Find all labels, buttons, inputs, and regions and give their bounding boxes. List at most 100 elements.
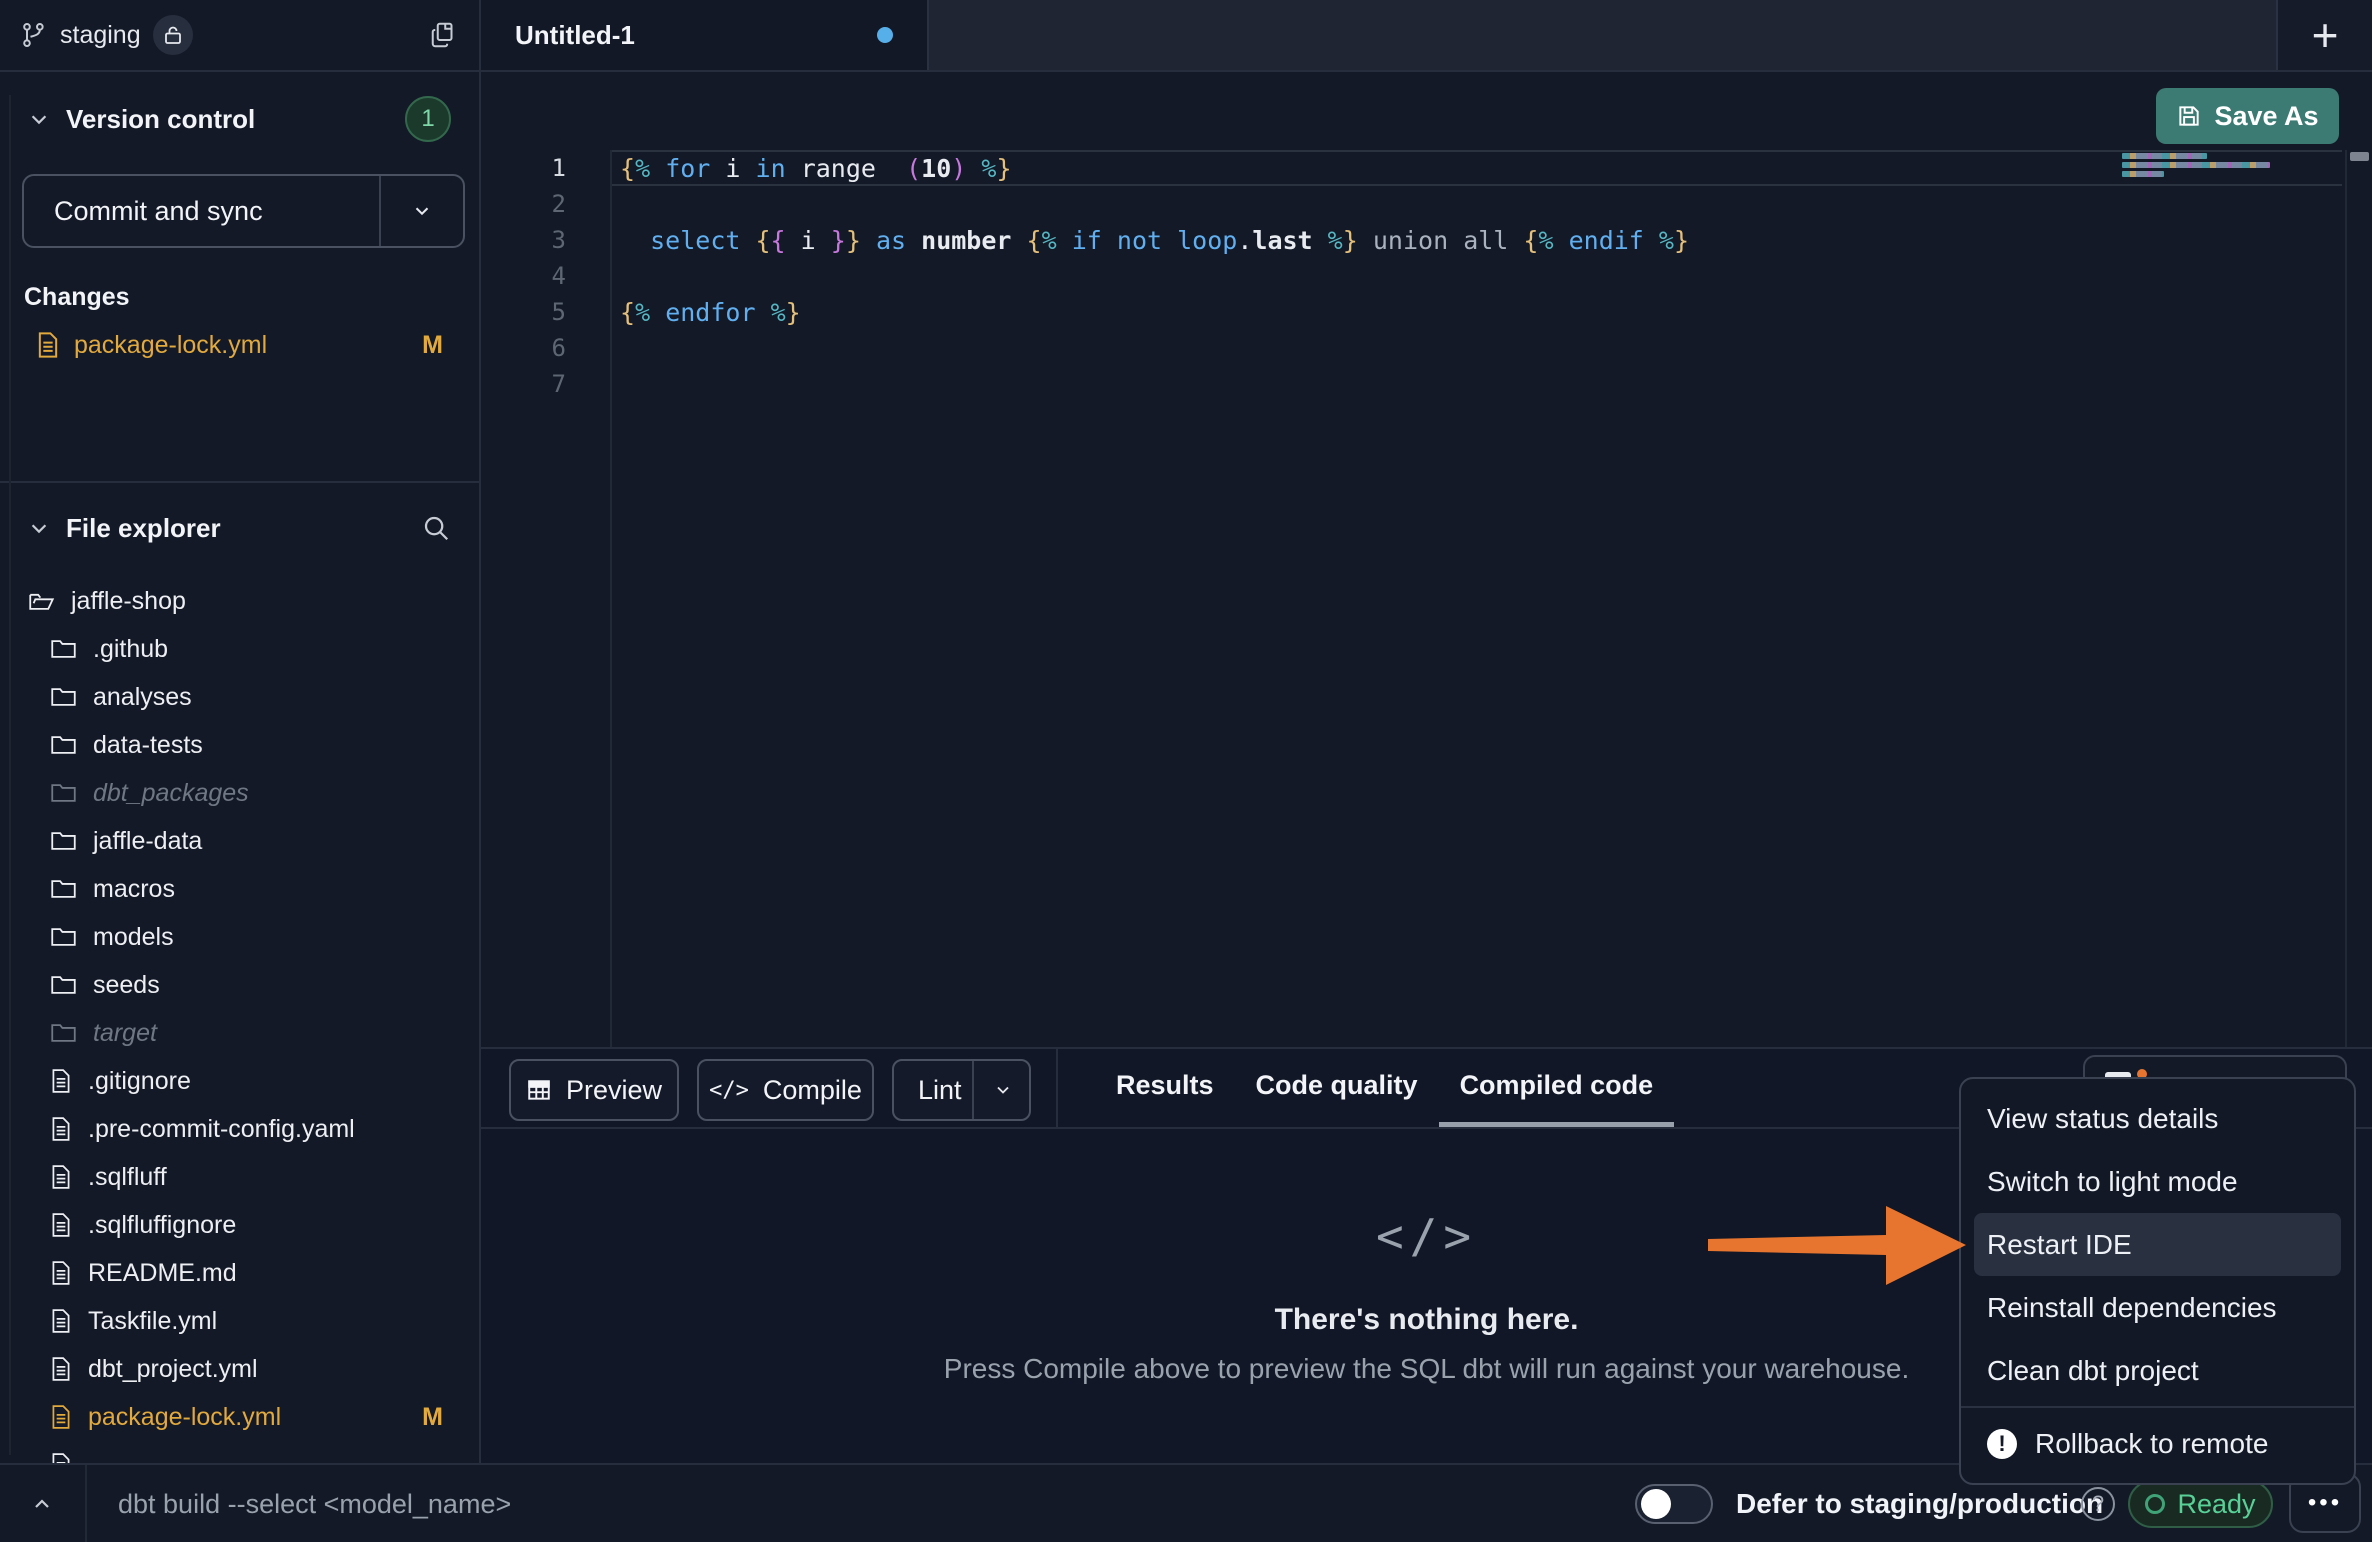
folder-icon	[50, 829, 77, 853]
tab-untitled-1[interactable]: Untitled-1	[481, 0, 929, 70]
tree-folder-data-tests[interactable]: data-tests	[0, 721, 479, 769]
lint-button-divider	[972, 1061, 974, 1119]
folder-icon	[50, 637, 77, 661]
tree-file-.sqlfluffignore[interactable]: .sqlfluffignore	[0, 1201, 479, 1249]
file-explorer-header[interactable]: File explorer	[0, 505, 479, 551]
file-icon	[50, 1260, 72, 1286]
file-icon	[36, 331, 60, 359]
minimap-line	[2122, 153, 2207, 159]
code-editor[interactable]: 1{% for i in range (10) %} 2 3 select {{ i…	[481, 150, 2372, 1047]
commit-and-sync-button[interactable]: Commit and sync	[22, 174, 465, 248]
folder-icon	[50, 877, 77, 901]
tree-file-package-lock.yml[interactable]: package-lock.ymlM	[0, 1393, 479, 1441]
editor-scrollbar[interactable]	[2345, 150, 2372, 1047]
changes-label: Changes	[24, 283, 130, 312]
save-as-button[interactable]: Save As	[2156, 88, 2339, 144]
folder-icon	[50, 1021, 77, 1045]
folder-icon	[50, 925, 77, 949]
tree-folder-jaffle-data[interactable]: jaffle-data	[0, 817, 479, 865]
code-line-5[interactable]: 5{% endfor %}	[481, 294, 2372, 330]
defer-toggle[interactable]	[1635, 1484, 1713, 1524]
compile-button[interactable]: </> Compile	[697, 1059, 874, 1121]
changed-file-row[interactable]: package-lock.yml M	[0, 322, 479, 368]
editor-tab-bar: Untitled-1 +	[481, 0, 2372, 72]
tree-item-label: .sqlfluffignore	[88, 1211, 236, 1240]
tree-file-Taskfile.yml[interactable]: Taskfile.yml	[0, 1297, 479, 1345]
preview-button[interactable]: Preview	[509, 1059, 679, 1121]
results-tab-compiled-code[interactable]: Compiled code	[1439, 1049, 1675, 1127]
open-folder-icon	[28, 589, 55, 613]
tree-item-label: dbt_packages	[93, 779, 249, 808]
tree-item-label: Taskfile.yml	[88, 1307, 217, 1336]
help-icon[interactable]: ?	[2081, 1487, 2115, 1521]
folder-icon	[50, 733, 77, 757]
code-line-4[interactable]: 4	[481, 258, 2372, 294]
dbt-cloud-ide: staging Version control 1 C	[0, 0, 2372, 1542]
code-line-7[interactable]: 7	[481, 366, 2372, 402]
tree-folder-macros[interactable]: macros	[0, 865, 479, 913]
version-control-title: Version control	[66, 104, 255, 135]
menu-item-rollback-to-remote[interactable]: ! Rollback to remote	[1961, 1412, 2354, 1475]
code-line-3[interactable]: 3 select {{ i }} as number {% if not loo…	[481, 222, 2372, 258]
version-control-header[interactable]: Version control 1	[0, 95, 479, 143]
empty-state-title: There's nothing here.	[1275, 1303, 1579, 1337]
tab-title: Untitled-1	[515, 20, 635, 51]
copy-icon[interactable]	[429, 20, 459, 50]
code-line-1[interactable]: 1{% for i in range (10) %}	[481, 150, 2372, 186]
tree-item-label: jaffle-shop	[71, 587, 186, 616]
compile-label: Compile	[763, 1075, 862, 1106]
tree-item-label: data-tests	[93, 731, 203, 760]
line-number: 3	[481, 226, 610, 254]
file-icon	[50, 1356, 72, 1382]
tree-folder-seeds[interactable]: seeds	[0, 961, 479, 1009]
search-icon[interactable]	[421, 513, 451, 543]
tree-folder-target[interactable]: target	[0, 1009, 479, 1057]
code-text: {% endfor %}	[610, 298, 801, 327]
save-as-label: Save As	[2214, 101, 2318, 132]
line-number: 2	[481, 190, 610, 218]
lint-label: Lint	[918, 1075, 962, 1106]
menu-item-switch-to-light-mode[interactable]: Switch to light mode	[1961, 1150, 2354, 1213]
menu-item-restart-ide[interactable]: Restart IDE	[1974, 1213, 2341, 1276]
tree-folder-analyses[interactable]: analyses	[0, 673, 479, 721]
code-icon: </>	[709, 1078, 749, 1103]
tree-folder-dbt_packages[interactable]: dbt_packages	[0, 769, 479, 817]
menu-item-reinstall-dependencies[interactable]: Reinstall dependencies	[1961, 1276, 2354, 1339]
folder-icon	[50, 973, 77, 997]
new-tab-button[interactable]: +	[2312, 12, 2339, 58]
command-input[interactable]	[118, 1475, 1518, 1533]
tree-folder-.github[interactable]: .github	[0, 625, 479, 673]
version-control-badge: 1	[405, 96, 451, 142]
save-icon	[2176, 103, 2202, 129]
tree-folder-jaffle-shop[interactable]: jaffle-shop	[0, 577, 479, 625]
folder-icon	[50, 685, 77, 709]
annotation-arrow	[1700, 1198, 1975, 1294]
branch-lock-badge	[153, 15, 193, 55]
lint-dropdown-chevron-icon[interactable]	[993, 1080, 1013, 1100]
tree-file-item[interactable]	[0, 1441, 479, 1465]
results-tabs: ResultsCode qualityCompiled code	[1095, 1049, 1674, 1127]
chevron-up-icon[interactable]	[30, 1465, 54, 1542]
tree-file-.sqlfluff[interactable]: .sqlfluff	[0, 1153, 479, 1201]
commit-dropdown-chevron-icon[interactable]	[381, 200, 463, 222]
tree-file-README.md[interactable]: README.md	[0, 1249, 479, 1297]
alert-icon: !	[1987, 1429, 2017, 1459]
results-tab-results[interactable]: Results	[1095, 1049, 1235, 1127]
tree-file-.gitignore[interactable]: .gitignore	[0, 1057, 479, 1105]
tree-folder-models[interactable]: models	[0, 913, 479, 961]
lint-button[interactable]: Lint	[892, 1059, 1031, 1121]
modified-badge: M	[422, 1403, 443, 1432]
menu-item-clean-dbt-project[interactable]: Clean dbt project	[1961, 1339, 2354, 1402]
code-line-2[interactable]: 2	[481, 186, 2372, 222]
menu-item-label: Rollback to remote	[2035, 1428, 2268, 1460]
tree-file-.pre-commit-config.yaml[interactable]: .pre-commit-config.yaml	[0, 1105, 479, 1153]
code-line-6[interactable]: 6	[481, 330, 2372, 366]
editor-toolbar: Save As	[481, 72, 2372, 150]
menu-item-label: Restart IDE	[1987, 1229, 2132, 1261]
scrollbar-thumb[interactable]	[2350, 152, 2369, 161]
file-icon	[50, 1404, 72, 1430]
results-tab-code-quality[interactable]: Code quality	[1235, 1049, 1439, 1127]
tab-bar-spacer	[929, 0, 2276, 70]
menu-item-view-status-details[interactable]: View status details	[1961, 1087, 2354, 1150]
tree-file-dbt_project.yml[interactable]: dbt_project.yml	[0, 1345, 479, 1393]
